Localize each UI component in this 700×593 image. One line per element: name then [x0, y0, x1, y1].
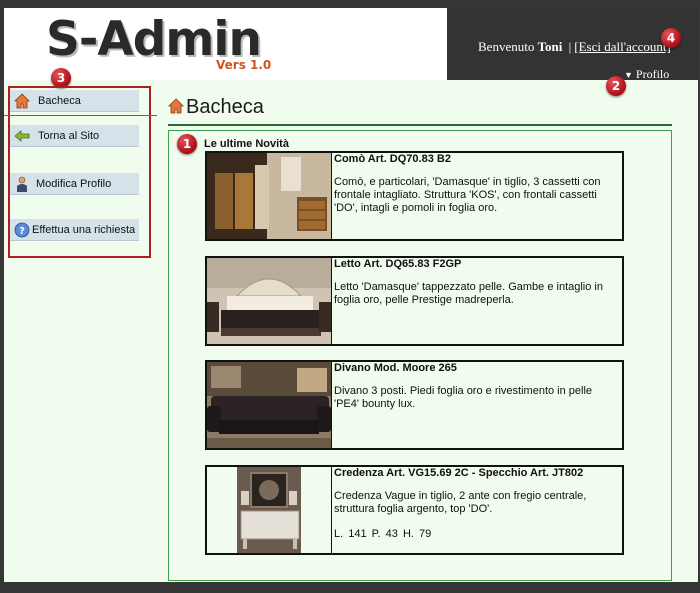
product-description: Letto 'Damasque' tappezzato pelle. Gambe…: [334, 281, 603, 306]
product-image-como[interactable]: [207, 153, 331, 239]
profile-menu[interactable]: ▼ Profilo: [624, 67, 669, 82]
product-name[interactable]: Letto Art. DQ65.83 F2GP: [334, 258, 620, 270]
product-info: Credenza Art. VG15.69 2C - Specchio Art.…: [331, 467, 622, 553]
product-info: Letto Art. DQ65.83 F2GP Letto 'Damasque'…: [331, 258, 622, 344]
callout-badge-3: 3: [51, 68, 71, 88]
sidebar-item-bacheca[interactable]: Bacheca: [10, 90, 139, 112]
page-title: Bacheca: [186, 96, 264, 118]
product-card[interactable]: Letto Art. DQ65.83 F2GP Letto 'Damasque'…: [205, 256, 624, 346]
product-card[interactable]: Divano Mod. Moore 265 Divano 3 posti. Pi…: [205, 360, 624, 450]
user-icon: [17, 176, 27, 192]
product-card[interactable]: Comò Art. DQ70.83 B2 Comò, e particolari…: [205, 151, 624, 241]
product-info: Comò Art. DQ70.83 B2 Comò, e particolari…: [331, 153, 622, 239]
product-name[interactable]: Credenza Art. VG15.69 2C - Specchio Art.…: [334, 467, 620, 479]
product-image-letto[interactable]: [207, 258, 331, 344]
sidebar-divider: [4, 115, 157, 116]
callout-badge-2: 2: [606, 76, 626, 96]
app-logo[interactable]: S-Admin Vers 1.0: [46, 14, 276, 76]
sidebar-item-label: Modifica Profilo: [36, 178, 112, 190]
logout-link[interactable]: [Esci dall'account]: [574, 39, 671, 54]
product-description: Comò, e particolari, 'Damasque' in tigli…: [334, 176, 601, 214]
product-description: Divano 3 posti. Piedi foglia oro e rives…: [334, 385, 593, 410]
sidebar-item-label: Effettua una richiesta: [32, 224, 136, 236]
product-image-credenza[interactable]: [207, 467, 331, 553]
product-card[interactable]: Credenza Art. VG15.69 2C - Specchio Art.…: [205, 465, 624, 555]
product-description: Credenza Vague in tiglio, 2 ante con fre…: [334, 490, 587, 515]
sidebar-item-label: Bacheca: [38, 95, 81, 107]
product-image-divano[interactable]: [207, 362, 331, 448]
sidebar-item-modifica-profilo[interactable]: Modifica Profilo: [10, 173, 139, 195]
triangle-down-icon: ▼: [624, 70, 633, 80]
svg-text:?: ?: [19, 226, 25, 237]
product-info: Divano Mod. Moore 265 Divano 3 posti. Pi…: [331, 362, 622, 448]
arrow-left-icon: [14, 130, 30, 142]
logo-version: Vers 1.0: [216, 58, 272, 72]
sidebar-item-effettua-richiesta[interactable]: ? Effettua una richiesta: [10, 219, 139, 241]
help-icon: ?: [14, 222, 30, 238]
home-icon: [168, 98, 184, 114]
title-divider: [168, 124, 672, 126]
separator: |: [568, 39, 572, 54]
welcome-prefix: Benvenuto: [478, 39, 535, 54]
user-name: Toni: [537, 39, 563, 54]
callout-badge-4: 4: [661, 28, 681, 48]
section-title: Le ultime Novità: [204, 138, 289, 150]
welcome-message: Benvenuto Toni | [Esci dall'account]: [478, 39, 671, 55]
product-name[interactable]: Divano Mod. Moore 265: [334, 362, 620, 374]
product-name[interactable]: Comò Art. DQ70.83 B2: [334, 153, 620, 165]
profile-label: Profilo: [635, 67, 670, 81]
home-icon: [14, 93, 30, 109]
sidebar-item-label: Torna al Sito: [38, 130, 100, 142]
sidebar-item-torna-al-sito[interactable]: Torna al Sito: [10, 125, 139, 147]
product-dimensions: L. 141 P. 43 H. 79: [334, 528, 432, 540]
